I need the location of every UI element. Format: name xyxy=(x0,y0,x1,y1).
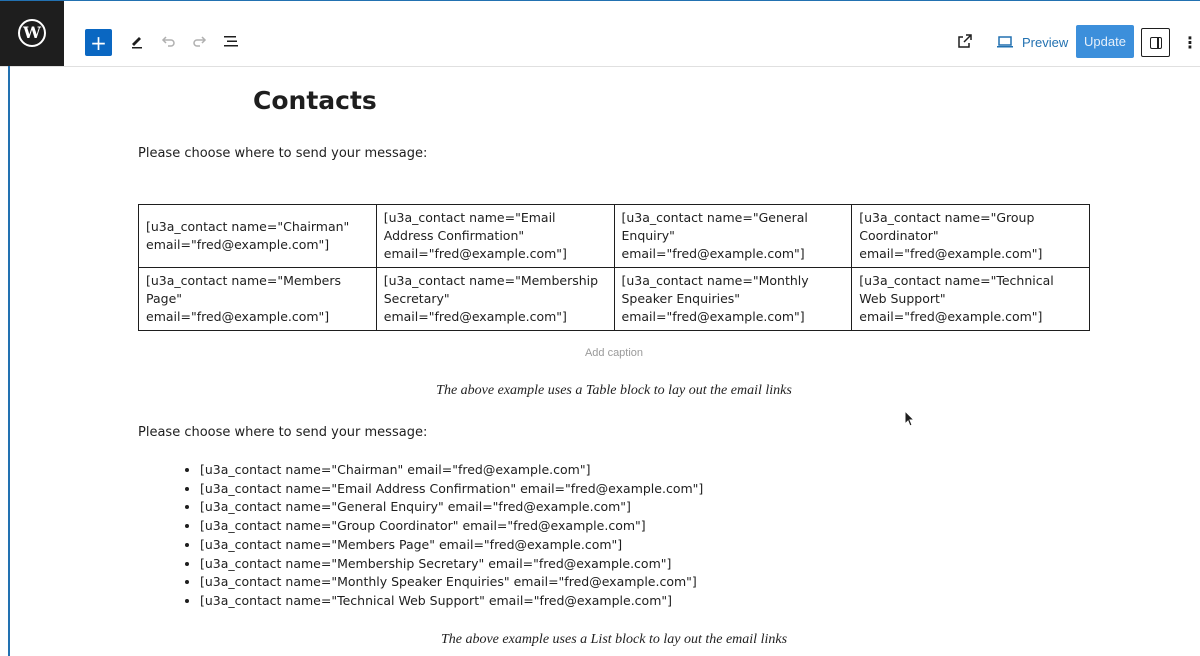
table-cell[interactable]: [u3a_contact name="Email Address Confirm… xyxy=(375,204,615,268)
list-item[interactable]: [u3a_contact name="Members Page" email="… xyxy=(200,536,703,555)
table-cell[interactable]: [u3a_contact name="Technical Web Support… xyxy=(851,267,1090,331)
view-post-button[interactable] xyxy=(953,29,977,53)
editor-frame-left xyxy=(8,66,10,656)
redo-button[interactable] xyxy=(188,29,212,53)
table-row: [u3a_contact name="Chairman" email="fred… xyxy=(138,204,1090,268)
undo-icon xyxy=(161,36,175,47)
options-button[interactable]: ⋮ xyxy=(1182,31,1198,53)
intro-paragraph[interactable]: Please choose where to send your message… xyxy=(138,146,427,161)
plus-icon: + xyxy=(90,30,107,55)
intro-paragraph-2[interactable]: Please choose where to send your message… xyxy=(138,425,427,440)
preview-button[interactable]: Preview xyxy=(996,31,1068,53)
list-view-icon xyxy=(224,36,238,47)
contacts-list[interactable]: [u3a_contact name="Chairman" email="fred… xyxy=(185,461,703,611)
redo-icon xyxy=(193,36,207,47)
table-row: [u3a_contact name="Members Page" email="… xyxy=(138,267,1090,331)
settings-button[interactable] xyxy=(1141,28,1170,57)
list-item[interactable]: [u3a_contact name="Email Address Confirm… xyxy=(200,480,703,499)
list-item[interactable]: [u3a_contact name="Monthly Speaker Enqui… xyxy=(200,573,703,592)
preview-label: Preview xyxy=(1022,34,1069,50)
table-cell[interactable]: [u3a_contact name="Members Page" email="… xyxy=(138,267,377,331)
mouse-cursor-icon xyxy=(904,410,916,427)
table-cell[interactable]: [u3a_contact name="Chairman" email="fred… xyxy=(138,204,377,268)
contacts-table[interactable]: [u3a_contact name="Chairman" email="fred… xyxy=(138,204,1090,331)
update-button[interactable]: Update xyxy=(1076,25,1134,58)
table-cell[interactable]: [u3a_contact name="Membership Secretary"… xyxy=(375,267,615,331)
external-link-icon xyxy=(958,34,972,48)
table-note[interactable]: The above example uses a Table block to … xyxy=(138,383,1090,399)
list-item[interactable]: [u3a_contact name="Group Coordinator" em… xyxy=(200,517,703,536)
table-cell[interactable]: [u3a_contact name="General Enquiry" emai… xyxy=(613,204,853,268)
more-vertical-icon: ⋮ xyxy=(1182,32,1198,52)
wordpress-logo-icon: W xyxy=(18,19,46,47)
table-caption-placeholder[interactable]: Add caption xyxy=(138,347,1090,359)
sidebar-toggle-icon xyxy=(1149,36,1162,49)
editor-toolbar: W + Preview Update ⋮ xyxy=(0,1,1200,67)
page-title[interactable]: Contacts xyxy=(253,86,377,115)
laptop-icon xyxy=(997,36,1013,48)
wordpress-logo-button[interactable]: W xyxy=(0,1,64,66)
pencil-icon xyxy=(132,37,142,49)
list-item[interactable]: [u3a_contact name="Membership Secretary"… xyxy=(200,555,703,574)
list-item[interactable]: [u3a_contact name="Chairman" email="fred… xyxy=(200,461,703,480)
list-item[interactable]: [u3a_contact name="Technical Web Support… xyxy=(200,592,703,611)
list-note[interactable]: The above example uses a List block to l… xyxy=(138,632,1090,648)
undo-button[interactable] xyxy=(156,29,180,53)
table-cell[interactable]: [u3a_contact name="Group Coordinator" em… xyxy=(851,204,1090,268)
table-cell[interactable]: [u3a_contact name="Monthly Speaker Enqui… xyxy=(613,267,853,331)
document-overview-button[interactable] xyxy=(219,29,243,53)
tools-button[interactable] xyxy=(125,29,149,53)
add-block-button[interactable]: + xyxy=(85,29,112,56)
list-item[interactable]: [u3a_contact name="General Enquiry" emai… xyxy=(200,498,703,517)
